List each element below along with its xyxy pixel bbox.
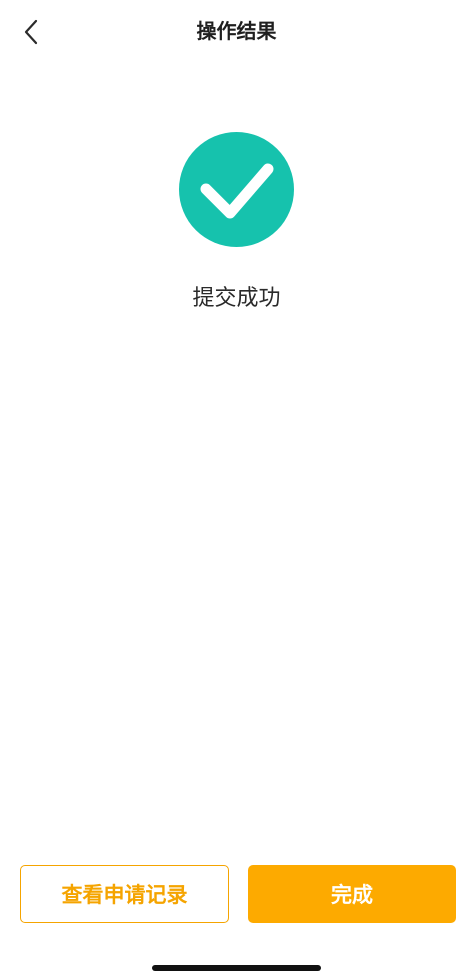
done-button[interactable]: 完成	[248, 865, 456, 923]
nav-bar: 操作结果	[0, 0, 473, 64]
home-indicator	[152, 965, 321, 971]
page-title: 操作结果	[196, 19, 277, 43]
result-message: 提交成功	[192, 286, 281, 311]
checkmark-icon	[200, 163, 273, 218]
check-circle-icon	[179, 132, 294, 247]
view-records-button[interactable]: 查看申请记录	[20, 865, 229, 923]
